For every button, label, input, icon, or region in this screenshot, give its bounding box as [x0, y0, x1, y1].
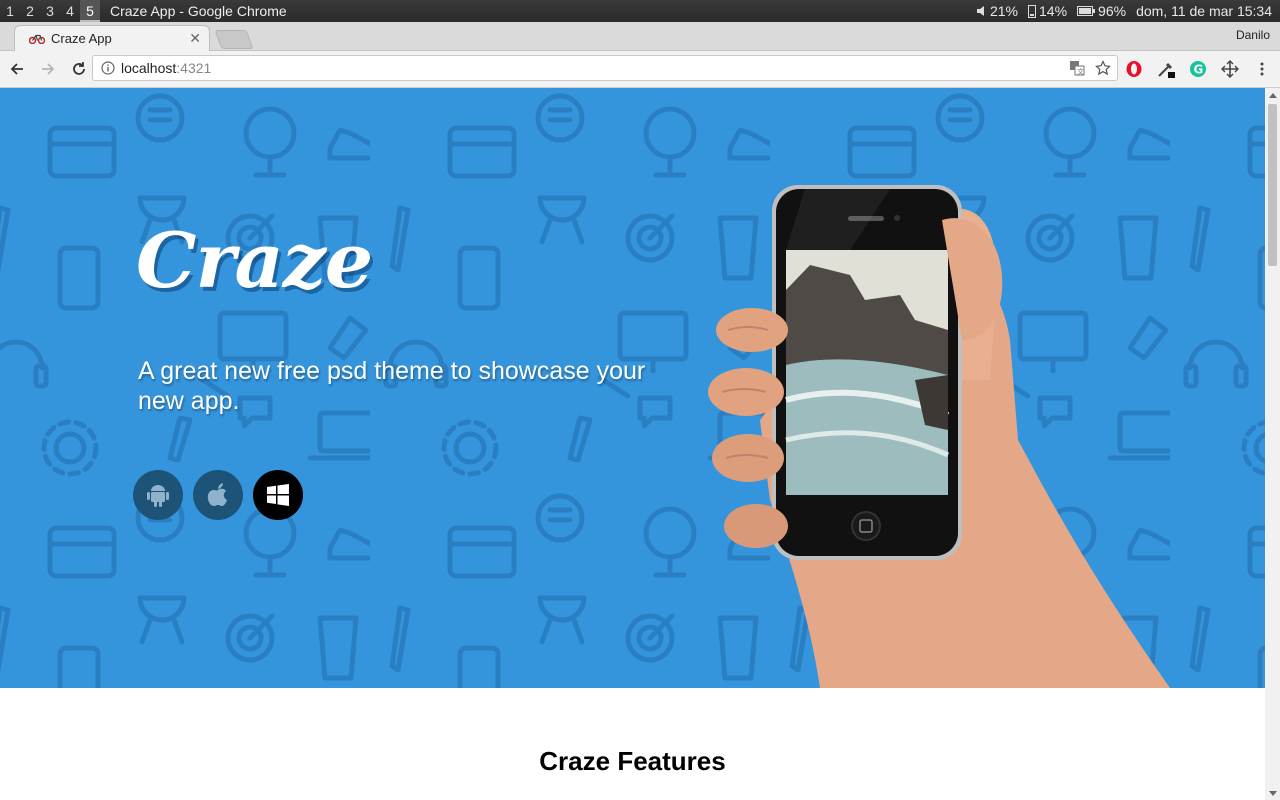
hero-tagline: A great new free psd theme to showcase y… [138, 357, 646, 415]
info-icon [101, 61, 115, 75]
bicycle-icon [29, 34, 45, 44]
move-extension-icon[interactable] [1220, 59, 1240, 79]
speaker-icon [976, 6, 984, 16]
scroll-up-button[interactable] [1265, 88, 1280, 102]
eyedropper-extension-icon[interactable] [1156, 59, 1176, 79]
address-bar[interactable]: localhost:4321 文 [92, 55, 1118, 81]
arrow-right-icon [42, 63, 55, 75]
triangle-down-icon [1268, 790, 1277, 796]
page-scrollbar[interactable] [1265, 88, 1280, 800]
phone-battery-icon [1028, 4, 1036, 18]
tab-close-icon[interactable]: ✕ [189, 30, 201, 47]
page-viewport: Craze A great new free psd theme to show… [0, 88, 1265, 800]
phone-battery-indicator[interactable]: 14% [1028, 3, 1067, 19]
tab-title: Craze App [51, 31, 112, 46]
brand-logo: Craze [136, 216, 373, 305]
features-section: Craze Features [0, 688, 1265, 800]
clock[interactable]: dom, 11 de mar 15:34 [1136, 3, 1272, 19]
workspace-1[interactable]: 1 [0, 0, 20, 22]
scroll-down-button[interactable] [1265, 786, 1280, 800]
phone-battery-value: 14% [1039, 3, 1068, 19]
translate-icon[interactable]: 文 [1069, 60, 1085, 76]
svg-text:G: G [1194, 63, 1204, 77]
os-top-bar: 1 2 3 4 5 Craze App - Google Chrome 21% … [0, 0, 1280, 22]
workspace-2[interactable]: 2 [20, 0, 40, 22]
workspace-switcher: 1 2 3 4 5 [0, 0, 100, 22]
new-tab-button[interactable] [214, 30, 254, 49]
reload-button[interactable] [65, 55, 93, 83]
battery-icon [1077, 6, 1096, 16]
back-button[interactable] [3, 55, 31, 83]
profile-name[interactable]: Danilo [1236, 28, 1270, 42]
url-port: :4321 [176, 60, 212, 76]
triangle-up-icon [1268, 92, 1277, 98]
scroll-thumb[interactable] [1268, 104, 1277, 266]
workspace-4[interactable]: 4 [60, 0, 80, 22]
reload-icon [73, 62, 85, 75]
android-icon [147, 485, 169, 507]
workspace-5[interactable]: 5 [80, 0, 100, 22]
apple-download-button[interactable] [193, 470, 243, 520]
url-host: localhost [121, 60, 177, 76]
hand-holding-phone-illustration [708, 185, 1170, 688]
forward-button[interactable] [34, 55, 62, 83]
opera-extension-icon[interactable] [1124, 59, 1144, 79]
volume-value: 21% [989, 3, 1018, 19]
volume-indicator[interactable]: 21% [976, 3, 1018, 19]
menu-kebab-icon[interactable] [1252, 59, 1272, 79]
windows-icon [267, 484, 289, 506]
hero-section: Craze A great new free psd theme to show… [0, 88, 1265, 688]
grammarly-extension-icon[interactable]: G [1188, 59, 1208, 79]
arrow-left-icon [10, 63, 23, 75]
windows-download-button[interactable] [253, 470, 303, 520]
system-tray: 21% 14% 96% dom, 11 de mar 15:34 [976, 3, 1280, 19]
tab-craze-app[interactable]: Craze App ✕ [14, 25, 210, 51]
features-heading: Craze Features [539, 746, 726, 776]
workspace-3[interactable]: 3 [40, 0, 60, 22]
battery-value: 96% [1098, 3, 1127, 19]
browser-toolbar: localhost:4321 文 G [0, 51, 1280, 88]
tab-strip: Craze App ✕ Danilo [0, 22, 1280, 51]
svg-text:文: 文 [1077, 67, 1084, 76]
battery-indicator[interactable]: 96% [1077, 3, 1126, 19]
android-download-button[interactable] [133, 470, 183, 520]
window-title: Craze App - Google Chrome [110, 3, 287, 19]
star-icon[interactable] [1095, 60, 1111, 76]
apple-icon [207, 483, 227, 506]
